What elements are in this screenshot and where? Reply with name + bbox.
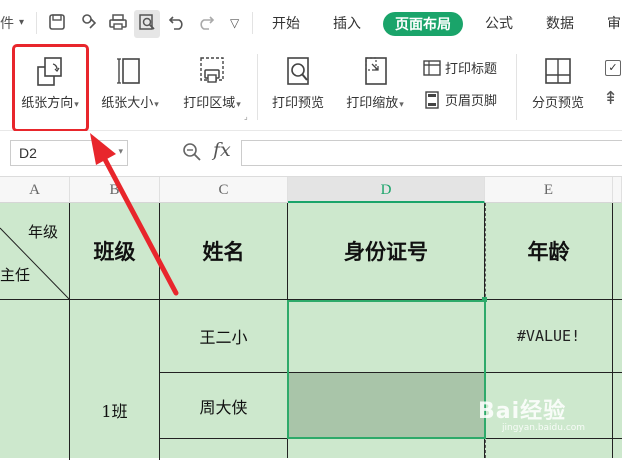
baidu-watermark-logo: Bai经验 jingyan.baidu.com [478, 393, 585, 433]
class-value: 1班 [101, 402, 128, 421]
name-box[interactable]: D2 ▾ [10, 140, 128, 166]
header-class-label: 班级 [93, 239, 136, 264]
tab-formulas[interactable]: 公式 [485, 13, 513, 33]
paper-size-button[interactable]: 纸张大小▾ [94, 54, 166, 111]
dialog-launcher-icon[interactable]: ⌟ [244, 112, 248, 121]
print-area-button[interactable]: 打印区域▾ [176, 54, 248, 111]
formula-input[interactable] [241, 140, 622, 166]
zoom-search-icon[interactable] [182, 142, 202, 166]
grid-cell[interactable] [613, 373, 622, 439]
grid-cell[interactable] [0, 300, 70, 460]
annotation-highlight-box [12, 44, 89, 132]
diagonal-bottom-label: 主任 [0, 266, 31, 284]
name-value: 王二小 [199, 328, 248, 347]
cell-reference: D2 [19, 145, 37, 161]
class-cell[interactable]: 1班 [70, 300, 160, 460]
table-row-name-2[interactable]: 周大侠 [160, 373, 288, 439]
print-preview-label: 打印预览 [271, 96, 324, 111]
print-area-label: 打印区域 [183, 96, 236, 111]
ribbon-group-divider [257, 54, 258, 120]
tab-insert[interactable]: 插入 [333, 13, 361, 33]
header-footer-icon [425, 91, 439, 109]
id-cell-1[interactable] [288, 300, 485, 373]
header-age-label: 年龄 [527, 239, 570, 264]
print-scaling-icon [365, 57, 387, 85]
header-age-cell[interactable]: 年龄 [485, 203, 613, 300]
grid-cell[interactable] [288, 439, 485, 458]
grid-cell[interactable] [485, 439, 613, 458]
header-class-cell[interactable]: 班级 [70, 203, 160, 300]
header-id-label: 身份证号 [344, 239, 428, 264]
diagonal-top-label: 年级 [28, 223, 59, 241]
gridlines-checkbox[interactable]: ✓ [605, 60, 621, 76]
name-value: 周大侠 [199, 397, 248, 417]
redo-icon[interactable] [197, 13, 215, 35]
print-titles-icon [423, 60, 441, 76]
diagonal-line [0, 227, 70, 300]
chevron-down-icon: ▾ [118, 146, 123, 156]
chevron-down-icon[interactable]: ▾ [19, 17, 24, 28]
tab-review[interactable]: 审 [607, 13, 621, 33]
header-footer-label: 页眉页脚 [445, 94, 498, 109]
tab-start[interactable]: 开始 [272, 13, 300, 33]
undo-icon[interactable] [168, 13, 186, 35]
align-icon[interactable]: ⇞ [603, 88, 618, 109]
column-header-c[interactable]: C [160, 177, 288, 203]
fill-handle[interactable] [482, 297, 487, 302]
print-titles-label: 打印标题 [445, 62, 498, 77]
id-cell-2-selected[interactable] [288, 373, 485, 439]
customize-quick-access-icon[interactable]: ▽ [230, 16, 239, 30]
print-scaling-label: 打印缩放 [346, 96, 399, 111]
column-header-e[interactable]: E [485, 177, 613, 203]
print-preview-button[interactable]: 打印预览 [264, 54, 332, 111]
age-cell-1[interactable]: #VALUE! [485, 300, 613, 373]
menu-tab-bar: 件 ▾ ▽ 开始 插入 页面布局 公式 数据 审 [0, 0, 622, 46]
print-icon[interactable] [108, 13, 128, 35]
chevron-down-icon: ▾ [399, 100, 404, 110]
diagonal-header-cell[interactable]: 年级 主任 [0, 203, 70, 300]
print-area-icon [200, 57, 224, 83]
print-scaling-button[interactable]: 打印缩放▾ [336, 54, 414, 111]
chevron-down-icon: ▾ [154, 100, 159, 110]
header-footer-button[interactable]: 页眉页脚 [423, 90, 497, 109]
column-header-a[interactable]: A [0, 177, 70, 203]
header-name-label: 姓名 [202, 239, 245, 264]
header-name-cell[interactable]: 姓名 [160, 203, 288, 300]
page-break-preview-label: 分页预览 [531, 96, 584, 111]
watermark-text: Bai经验 [478, 399, 567, 424]
column-header-b[interactable]: B [70, 177, 160, 203]
header-id-cell[interactable]: 身份证号 [288, 203, 485, 300]
tab-data[interactable]: 数据 [546, 13, 574, 33]
print-titles-button[interactable]: 打印标题 [423, 58, 497, 77]
formula-bar: D2 ▾ fx [0, 131, 622, 177]
watermark-url: jingyan.baidu.com [502, 423, 586, 433]
table-row-name-1[interactable]: 王二小 [160, 300, 288, 373]
chevron-down-icon: ▾ [236, 100, 241, 110]
file-menu-fragment[interactable]: 件 [0, 13, 14, 33]
column-header-d[interactable]: D [288, 177, 485, 203]
grid-cell[interactable] [160, 439, 288, 458]
print-preview-quick-icon[interactable] [134, 10, 160, 38]
grid-cell[interactable] [613, 300, 622, 373]
toolbar-divider [252, 12, 253, 34]
paper-size-label: 纸张大小 [101, 96, 154, 111]
print-preview-icon [287, 57, 309, 85]
ribbon: 纸张方向▾ 纸张大小▾ 打印区域▾ ⌟ 打印预览 打印缩放▾ 打印标题 页眉页脚… [0, 46, 622, 131]
tab-page-layout[interactable]: 页面布局 [383, 12, 463, 36]
column-header-f[interactable] [613, 177, 622, 203]
toolbar-divider [36, 12, 37, 34]
page-break-preview-button[interactable]: 分页预览 [522, 54, 594, 111]
age-value: #VALUE! [516, 327, 581, 345]
insert-function-icon[interactable]: fx [213, 139, 231, 161]
save-icon[interactable] [48, 13, 66, 35]
page-break-preview-icon [545, 58, 571, 84]
ribbon-group-divider [516, 54, 517, 120]
format-painter-icon[interactable] [80, 13, 98, 35]
grid-cell[interactable] [613, 203, 622, 300]
paper-size-icon [117, 58, 140, 84]
